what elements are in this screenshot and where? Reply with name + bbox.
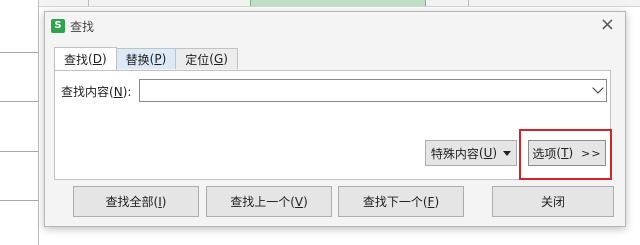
- find-panel: 查找内容(N): 特殊内容(U) 选项(T) >>: [54, 70, 611, 180]
- dropdown-arrow-icon[interactable]: [592, 82, 604, 94]
- tab-replace[interactable]: 替换(P): [115, 48, 177, 69]
- find-label-mnemonic: N: [113, 85, 123, 99]
- find-all-label: 查找全部: [105, 195, 154, 209]
- find-content-label: 查找内容(N):: [61, 85, 132, 99]
- tab-label: 查找: [64, 52, 89, 67]
- special-button-mnemonic: U: [483, 146, 493, 160]
- special-button-label: 特殊内容: [430, 146, 479, 161]
- find-previous-button[interactable]: 查找上一个(V): [206, 186, 332, 217]
- find-all-button[interactable]: 查找全部(I): [73, 186, 199, 217]
- sheet-selected-column-header: [250, 0, 426, 6]
- find-dialog: S 查找 × 查找(D) 替换(P) 定位(G) 查找内容(N): 特殊内容(U…: [44, 11, 626, 227]
- find-next-mnemonic: F: [427, 194, 435, 209]
- find-next-button[interactable]: 查找下一个(F): [338, 186, 464, 217]
- sheet-row-divider: [0, 200, 38, 201]
- close-icon[interactable]: ×: [600, 15, 615, 35]
- sheet-row-divider: [0, 151, 38, 152]
- sheet-column-divider: [468, 0, 469, 6]
- sheet-row-divider: [0, 52, 38, 53]
- close-button[interactable]: 关闭: [492, 186, 614, 217]
- find-previous-mnemonic: V: [294, 194, 304, 209]
- app-logo-icon: S: [51, 19, 65, 33]
- options-chevron-icon: >>: [581, 146, 602, 160]
- tab-label: 定位: [185, 52, 210, 67]
- sheet-row-divider: [0, 101, 38, 102]
- find-next-label: 查找下一个: [362, 195, 423, 209]
- options-button-mnemonic: T: [561, 146, 569, 160]
- dialog-titlebar[interactable]: S 查找 ×: [45, 12, 625, 40]
- dropdown-triangle-icon: [503, 150, 512, 156]
- options-button[interactable]: 选项(T) >>: [528, 140, 606, 166]
- sheet-column-header-strip: [38, 0, 640, 7]
- sheet-row-area: [0, 0, 39, 245]
- tab-mnemonic: D: [92, 52, 102, 66]
- special-content-button[interactable]: 特殊内容(U): [425, 140, 517, 166]
- find-content-input[interactable]: [142, 81, 582, 100]
- tab-find[interactable]: 查找(D): [54, 47, 117, 70]
- find-label-suffix: ):: [122, 85, 132, 99]
- find-content-combobox[interactable]: [139, 79, 607, 102]
- tab-bar: 查找(D) 替换(P) 定位(G): [54, 47, 238, 70]
- tab-goto[interactable]: 定位(G): [175, 48, 238, 69]
- tab-mnemonic: G: [213, 52, 224, 66]
- close-button-label: 关闭: [540, 195, 565, 209]
- tab-label: 替换: [125, 52, 150, 67]
- find-label-text: 查找内容: [61, 85, 110, 99]
- tab-mnemonic: P: [154, 52, 162, 66]
- sheet-column-divider: [88, 0, 89, 6]
- find-all-mnemonic: I: [158, 194, 162, 209]
- dialog-title: 查找: [70, 20, 95, 34]
- find-previous-label: 查找上一个: [230, 195, 291, 209]
- options-button-label: 选项: [532, 146, 557, 161]
